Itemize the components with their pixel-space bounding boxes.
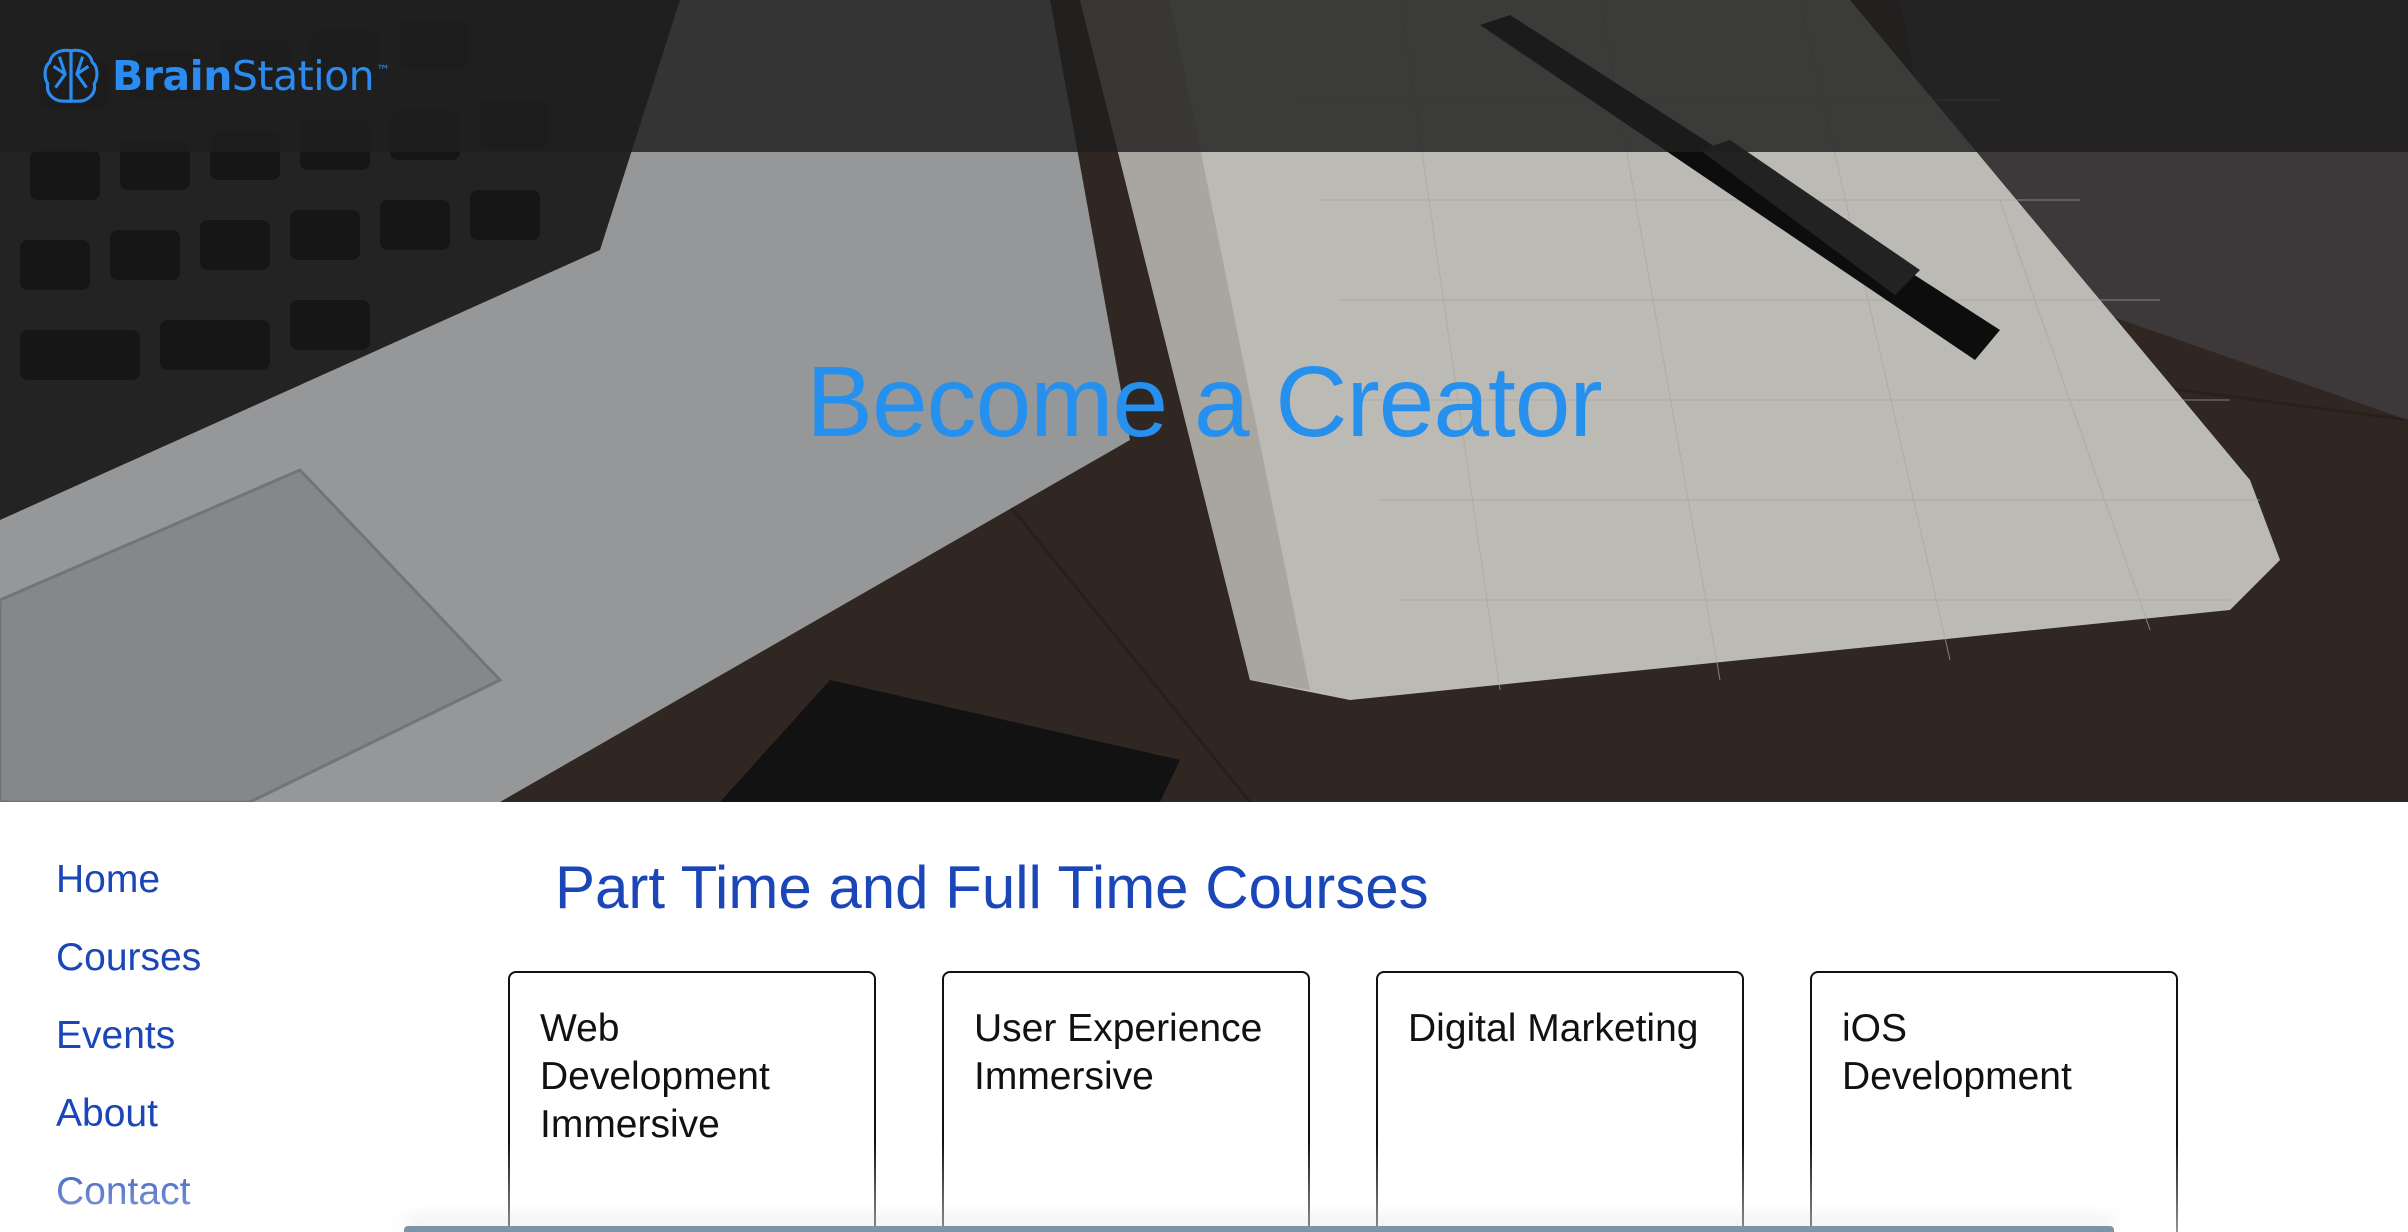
sidebar-item-about: About [56,1092,201,1170]
hero-title: Become a Creator [806,346,1602,458]
course-card-title: iOS Development [1842,1007,2072,1098]
sidebar-link-home[interactable]: Home [56,858,160,901]
brain-logo-icon [43,48,99,103]
course-card-digital-marketing[interactable]: Digital Marketing [1376,971,1744,1232]
page: BrainStation ™ Become a Creator Home Cour… [0,0,2408,1232]
top-navigation-bar: BrainStation ™ [0,0,2408,152]
brand-name-regular: Station [231,52,375,100]
sidebar-item-courses: Courses [56,936,201,1014]
sidebar-link-courses[interactable]: Courses [56,936,201,979]
brand-trademark: ™ [376,63,390,80]
sidebar-item-home: Home [56,858,201,936]
course-card-web-development[interactable]: Web Development Immersive [508,971,876,1232]
sidebar-link-contact[interactable]: Contact [56,1170,190,1213]
course-card-title: Web Development Immersive [540,1007,770,1146]
sidebar-menu: Home Courses Events About Contact [56,858,201,1232]
sidebar-item-contact: Contact [56,1170,201,1232]
courses-section-title: Part Time and Full Time Courses [555,854,1429,921]
sidebar-item-events: Events [56,1014,201,1092]
course-card-user-experience[interactable]: User Experience Immersive [942,971,1310,1232]
course-card-title: Digital Marketing [1408,1007,1699,1050]
sidebar-link-events[interactable]: Events [56,1014,175,1057]
brand-logo-link[interactable]: BrainStation ™ [40,44,390,108]
bottom-overlay-edge [404,1226,2114,1232]
sidebar-link-about[interactable]: About [56,1092,158,1135]
course-card-title: User Experience Immersive [974,1007,1263,1098]
course-card-ios-development[interactable]: iOS Development [1810,971,2178,1232]
brand-name: BrainStation ™ [112,52,390,100]
brand-name-bold: Brain [112,52,232,100]
hero-banner: BrainStation ™ Become a Creator [0,0,2408,802]
